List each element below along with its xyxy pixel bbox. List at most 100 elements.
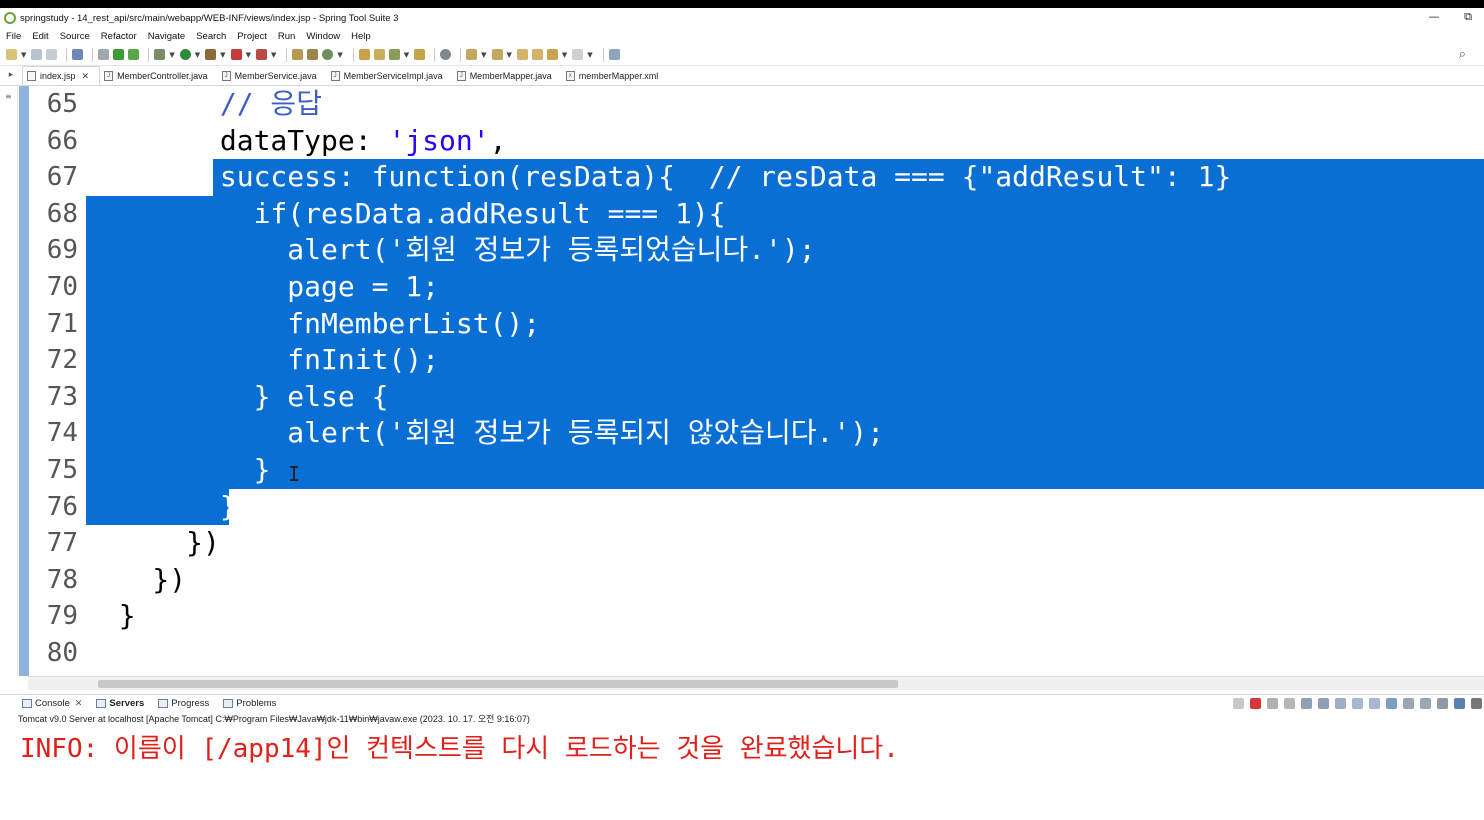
tab-servers[interactable]: Servers (96, 698, 144, 709)
line-text: success: function(resData){ // resData =… (85, 160, 1232, 194)
open-resource-icon[interactable] (373, 49, 385, 60)
line-number: 78 (46, 564, 78, 595)
code-editor[interactable]: ≡ 65 // 응답 66 dataType: 'json', 67 succe… (0, 86, 1484, 676)
display-console-icon[interactable] (1403, 698, 1414, 709)
menu-run[interactable]: Run (278, 31, 295, 42)
task-dropdown-icon[interactable]: ▼ (404, 51, 409, 59)
remove-launch-icon[interactable] (1233, 698, 1244, 709)
new-class-icon[interactable] (322, 49, 334, 60)
terminate-icon[interactable] (1250, 698, 1261, 709)
new-java-project-icon[interactable] (292, 49, 304, 60)
annotation-prev-icon[interactable] (491, 49, 503, 60)
menu-search[interactable]: Search (196, 31, 226, 42)
debug-dropdown-icon[interactable]: ▼ (169, 51, 174, 59)
close-icon[interactable]: ✕ (82, 71, 90, 82)
menu-source[interactable]: Source (60, 31, 90, 42)
menu-window[interactable]: Window (306, 31, 340, 42)
tab-member-mapper-java[interactable]: J MemberMapper.java (453, 66, 562, 85)
open-perspective-icon[interactable] (608, 49, 620, 60)
annotation-next-icon[interactable] (466, 49, 478, 60)
maximize-button[interactable]: ⧉ (1458, 10, 1478, 24)
tab-member-controller[interactable]: J MemberController.java (100, 66, 218, 85)
web-browser-icon[interactable] (440, 49, 452, 60)
new-package-icon[interactable] (307, 49, 319, 60)
menu-refactor[interactable]: Refactor (101, 31, 137, 42)
scroll-lock-icon[interactable] (1318, 698, 1329, 709)
publish-icon[interactable] (255, 49, 267, 60)
skip-breakpoints-icon[interactable] (98, 49, 110, 60)
screen-top-edge (0, 0, 1484, 8)
word-wrap-icon[interactable] (1335, 698, 1346, 709)
remove-terminated-icon[interactable] (1284, 698, 1295, 709)
external-tools-dropdown-icon[interactable]: ▼ (220, 51, 225, 59)
line-text: fnInit(); (85, 343, 440, 377)
debug-icon[interactable] (113, 49, 125, 60)
code-line: 80 (0, 635, 1484, 672)
tab-index-jsp[interactable]: index.jsp ✕ (22, 66, 101, 85)
java-file-icon: J (330, 70, 340, 81)
new-dropdown-icon[interactable]: ▼ (21, 51, 26, 59)
close-icon[interactable]: ✕ (75, 698, 83, 709)
console-output-line[interactable]: INFO: 이름이 [/app14]인 컨텍스트를 다시 로드하는 것을 완료했… (20, 728, 899, 765)
line-number: 79 (46, 601, 78, 632)
open-console-icon[interactable] (1420, 698, 1431, 709)
remove-all-icon[interactable] (1267, 698, 1278, 709)
save-icon[interactable] (31, 49, 43, 60)
minimize-view-icon[interactable] (1437, 698, 1448, 709)
run-dropdown-icon[interactable]: ▼ (195, 51, 200, 59)
tab-member-service-impl[interactable]: J MemberServiceImpl.java (327, 66, 453, 85)
last-edit-location-icon[interactable] (516, 49, 528, 60)
open-type-icon[interactable] (358, 49, 370, 60)
annotation-prev-dropdown-icon[interactable]: ▼ (507, 51, 512, 59)
toolbar-separator (352, 47, 354, 62)
settings-icon[interactable] (1471, 698, 1482, 709)
tab-problems[interactable]: Problems (223, 698, 276, 709)
horizontal-scrollbar[interactable] (28, 676, 1484, 690)
debug-run-icon[interactable] (154, 49, 166, 60)
tab-label: MemberMapper.java (469, 70, 552, 81)
new-icon[interactable] (6, 49, 17, 60)
forward-dropdown-icon[interactable]: ▼ (587, 51, 592, 59)
tab-member-service[interactable]: J MemberService.java (218, 66, 327, 85)
terminal-icon[interactable] (72, 49, 84, 60)
java-file-icon: J (104, 70, 114, 81)
tab-member-mapper-xml[interactable]: x memberMapper.xml (562, 66, 669, 85)
server-dropdown-icon[interactable]: ▼ (246, 51, 251, 59)
code-line: 67 success: function(resData){ // resDat… (0, 159, 1484, 196)
tab-label: MemberService.java (234, 70, 317, 81)
publish-dropdown-icon[interactable]: ▼ (271, 51, 276, 59)
run-icon[interactable] (179, 49, 191, 60)
maximize-view-icon[interactable] (1454, 698, 1465, 709)
menu-file[interactable]: File (6, 31, 21, 42)
tab-label: Problems (236, 698, 277, 709)
menu-edit[interactable]: Edit (32, 31, 48, 42)
tab-console[interactable]: Console ✕ (22, 698, 82, 709)
spring-boot-icon[interactable] (128, 49, 140, 60)
tab-progress[interactable]: Progress (158, 698, 209, 709)
save-all-icon[interactable] (46, 49, 58, 60)
pin-console-icon[interactable] (1386, 698, 1397, 709)
menu-help[interactable]: Help (351, 31, 371, 42)
tab-list-icon[interactable]: ▸ (0, 65, 22, 85)
code-line: 68 if(resData.addResult === 1){ (0, 196, 1484, 233)
forward-icon[interactable] (572, 49, 584, 60)
annotation-next-dropdown-icon[interactable]: ▼ (481, 51, 486, 59)
new-class-dropdown-icon[interactable]: ▼ (337, 51, 342, 59)
pin-editor-icon[interactable] (531, 49, 543, 60)
external-tools-icon[interactable] (205, 49, 217, 60)
clear-console-icon[interactable] (1301, 698, 1312, 709)
menu-project[interactable]: Project (237, 31, 267, 42)
stop-server-icon[interactable] (230, 49, 242, 60)
back-dropdown-icon[interactable]: ▼ (562, 51, 567, 59)
scrollbar-thumb[interactable] (98, 680, 898, 688)
search-icon[interactable]: ⌕ (1459, 47, 1466, 62)
search-folder-icon[interactable] (414, 49, 426, 60)
show-on-error-icon[interactable] (1369, 698, 1380, 709)
menu-navigate[interactable]: Navigate (148, 31, 186, 42)
code-line: 76 } (0, 489, 1484, 526)
show-on-output-icon[interactable] (1352, 698, 1363, 709)
minimize-button[interactable]: — (1424, 10, 1444, 23)
back-icon[interactable] (546, 49, 558, 60)
open-task-icon[interactable] (388, 49, 400, 60)
code-line: 71 fnMemberList(); (0, 306, 1484, 343)
